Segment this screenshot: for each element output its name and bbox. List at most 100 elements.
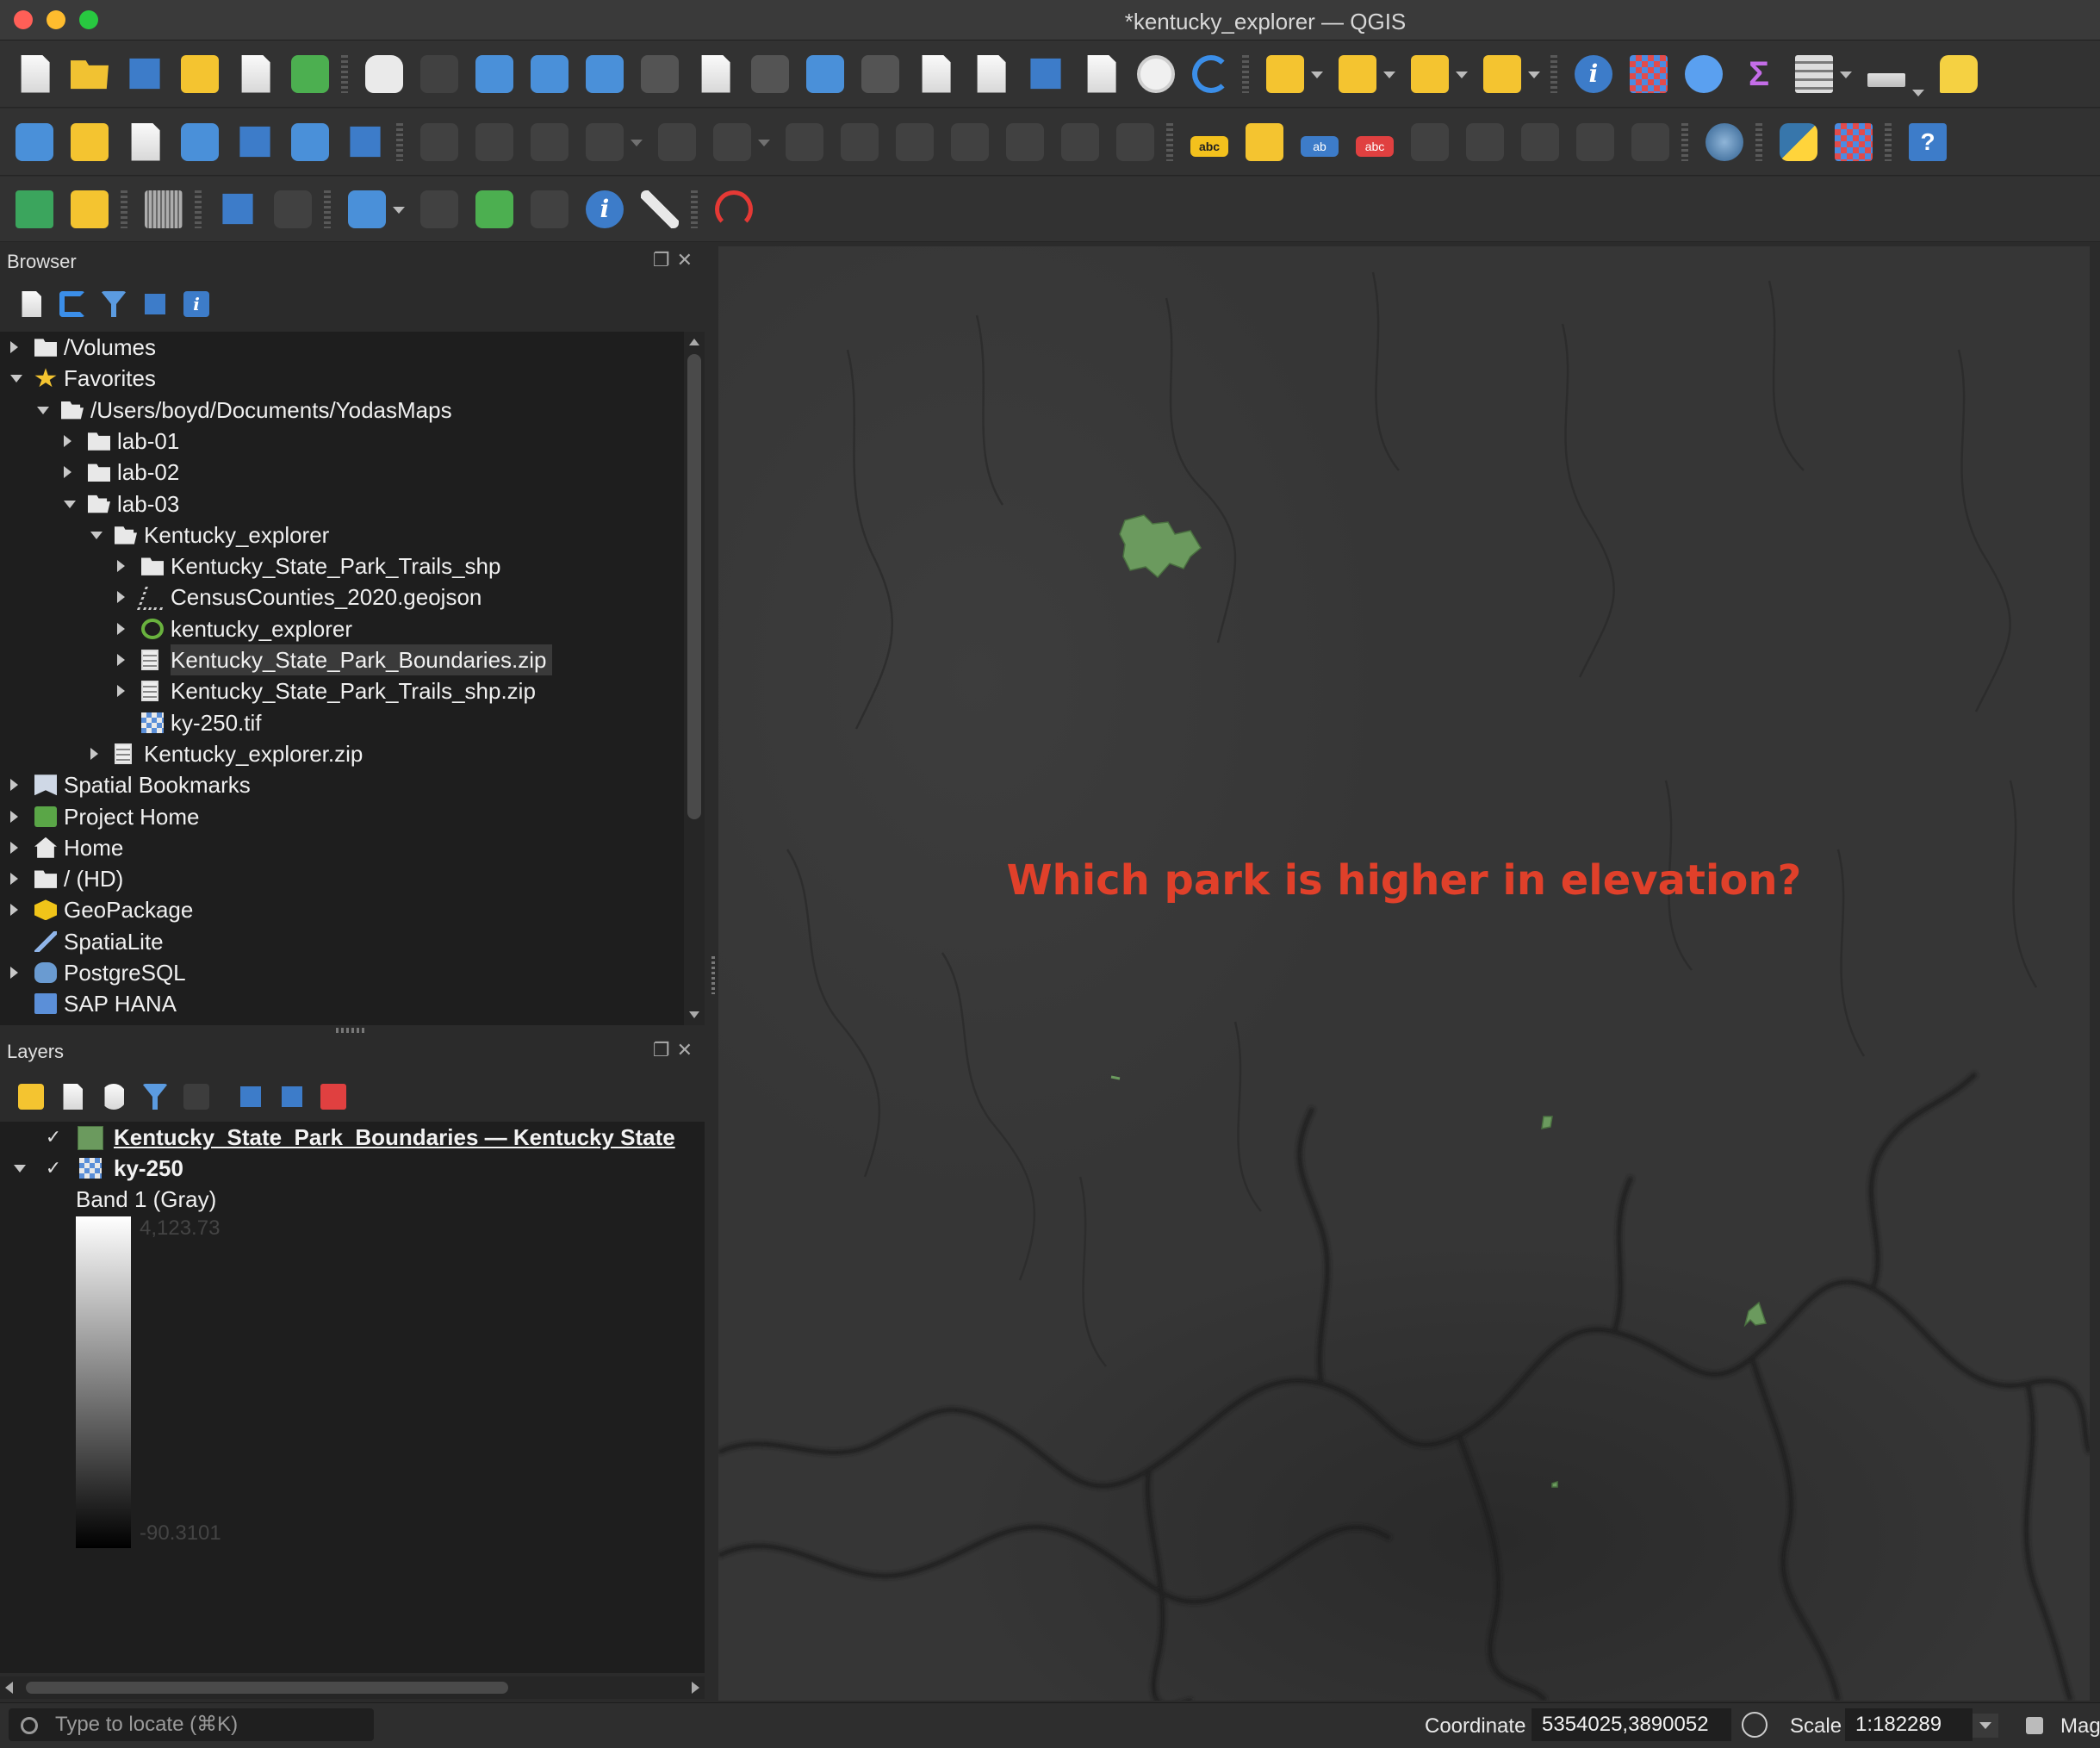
chevron-right-icon[interactable]: [10, 341, 18, 353]
chevron-right-icon[interactable]: [117, 591, 125, 604]
browser-item[interactable]: Kentucky_State_Park_Trails_shp.zip: [0, 675, 684, 706]
layout-manager-icon[interactable]: [241, 54, 270, 93]
metasearch-icon[interactable]: [1705, 122, 1743, 161]
browser-item[interactable]: lab-02: [0, 457, 684, 488]
chevron-right-icon[interactable]: [10, 779, 18, 792]
add-annotation-icon[interactable]: [222, 193, 253, 225]
raster-calculator-icon[interactable]: [145, 190, 183, 228]
save-project-icon[interactable]: [129, 58, 160, 90]
add-group-icon[interactable]: [63, 1084, 83, 1110]
chevron-right-icon[interactable]: [10, 967, 18, 979]
panel-float-close-buttons[interactable]: ❐✕: [653, 1039, 699, 1061]
pan-map-icon[interactable]: [365, 54, 403, 93]
zoom-last-icon[interactable]: [806, 54, 844, 93]
browser-item[interactable]: Kentucky_explorer: [0, 519, 684, 551]
chevron-right-icon[interactable]: [117, 685, 125, 698]
new-3d-map-view-icon[interactable]: [977, 54, 1006, 93]
collapse-all-icon[interactable]: [145, 294, 165, 314]
statistical-summary-icon[interactable]: Σ: [1740, 55, 1778, 93]
browser-item[interactable]: CensusCounties_2020.geojson: [0, 582, 684, 613]
park-polygon-center[interactable]: [1541, 1116, 1553, 1129]
chevron-right-icon[interactable]: [10, 873, 18, 886]
zoom-out-icon[interactable]: [531, 54, 568, 93]
help-icon[interactable]: ?: [1909, 122, 1947, 161]
undo-icon[interactable]: [1061, 122, 1099, 161]
select-location-icon[interactable]: [1483, 54, 1540, 93]
browser-refresh-icon[interactable]: [59, 291, 85, 317]
browser-item[interactable]: / (HD): [0, 863, 684, 894]
locator-search-field[interactable]: Type to locate (⌘K): [9, 1708, 374, 1741]
toolbar-grip[interactable]: [1885, 122, 1892, 161]
browser-item[interactable]: ky-250.tif: [0, 707, 684, 738]
change-label-icon[interactable]: [1576, 122, 1614, 161]
toolbar-grip[interactable]: [195, 190, 202, 228]
digitize-line-icon[interactable]: [586, 122, 643, 161]
redo-icon[interactable]: [1116, 122, 1154, 161]
toggle-editing-icon[interactable]: [475, 122, 513, 161]
toolbar-grip[interactable]: [1166, 122, 1173, 161]
scale-dropdown-button[interactable]: [1973, 1714, 1998, 1738]
measure-line-icon[interactable]: [1867, 72, 1924, 96]
park-polygon-northwest[interactable]: [1119, 514, 1202, 579]
shape-digitizing-icon[interactable]: [475, 190, 513, 228]
mouse-toggle-icon[interactable]: [1742, 1712, 1768, 1738]
chevron-down-icon[interactable]: [14, 1165, 26, 1173]
chevron-down-icon[interactable]: [90, 531, 103, 539]
toolbar-grip[interactable]: [691, 190, 698, 228]
layer-item-park-boundaries[interactable]: ✓ Kentucky_State_Park_Boundaries — Kentu…: [0, 1122, 705, 1153]
zoom-full-icon[interactable]: [586, 54, 624, 93]
browser-item[interactable]: Favorites: [0, 363, 684, 394]
label-tool-icon[interactable]: abc: [1190, 135, 1228, 157]
delete-selected-icon[interactable]: [841, 122, 879, 161]
chevron-right-icon[interactable]: [117, 622, 125, 635]
chevron-right-icon[interactable]: [117, 560, 125, 573]
browser-item[interactable]: Spatial Bookmarks: [0, 769, 684, 800]
scale-field[interactable]: 1:182289: [1845, 1708, 1973, 1741]
snapping-icon[interactable]: [348, 190, 405, 228]
browser-item[interactable]: Kentucky_explorer.zip: [0, 738, 684, 769]
zoom-in-icon[interactable]: [475, 54, 513, 93]
field-calculator-icon[interactable]: [1630, 54, 1668, 93]
filter-browser-icon[interactable]: [101, 291, 127, 317]
properties-icon[interactable]: i: [183, 291, 209, 317]
pan-to-selection-icon[interactable]: [420, 54, 458, 93]
chevron-down-icon[interactable]: [10, 375, 22, 383]
deselect-features-icon[interactable]: [1411, 54, 1468, 93]
toolbar-grip[interactable]: [324, 190, 331, 228]
remove-layer-icon[interactable]: [320, 1084, 346, 1110]
show-hide-labels-icon[interactable]: [1411, 122, 1449, 161]
chevron-right-icon[interactable]: [90, 747, 98, 760]
chevron-right-icon[interactable]: [10, 904, 18, 917]
paste-features-icon[interactable]: [1006, 122, 1044, 161]
attribute-table-icon[interactable]: [1795, 54, 1852, 93]
trace-tool-icon[interactable]: [531, 190, 568, 228]
label-properties-icon[interactable]: [1631, 122, 1669, 161]
show-bookmarks-icon[interactable]: [1087, 54, 1116, 93]
chevron-right-icon[interactable]: [10, 841, 18, 854]
new-mesh-layer-icon[interactable]: [350, 126, 381, 158]
browser-item[interactable]: Kentucky_State_Park_Boundaries.zip: [0, 644, 684, 675]
chevron-right-icon[interactable]: [64, 466, 71, 479]
chevron-right-icon[interactable]: [64, 434, 71, 447]
coordinate-field[interactable]: 5354025,3890052: [1532, 1708, 1731, 1741]
browser-item[interactable]: lab-01: [0, 426, 684, 457]
plugins-icon[interactable]: [1835, 122, 1873, 161]
new-virtual-layer-icon[interactable]: [291, 122, 329, 161]
current-edits-icon[interactable]: [420, 122, 458, 161]
select-by-value-icon[interactable]: [1339, 54, 1395, 93]
cut-features-icon[interactable]: [896, 122, 934, 161]
georeferencer-icon[interactable]: [71, 190, 109, 228]
new-temporary-layer-icon[interactable]: [239, 126, 270, 158]
move-label-icon[interactable]: [1466, 122, 1504, 161]
browser-item[interactable]: Kentucky_State_Park_Trails_shp: [0, 551, 684, 582]
identify-features-icon[interactable]: i: [1575, 54, 1612, 93]
pin-labels-icon[interactable]: ab: [1301, 135, 1339, 157]
select-features-icon[interactable]: [1266, 54, 1323, 93]
advanced-digitizing-icon[interactable]: [420, 190, 458, 228]
data-source-manager-icon[interactable]: [16, 122, 53, 161]
open-project-icon[interactable]: [71, 60, 109, 90]
new-geopackage-layer-icon[interactable]: [71, 122, 109, 161]
browser-item[interactable]: SAP HANA: [0, 988, 684, 1019]
refresh-icon[interactable]: [1192, 54, 1230, 93]
zoom-next-icon[interactable]: [861, 54, 899, 93]
